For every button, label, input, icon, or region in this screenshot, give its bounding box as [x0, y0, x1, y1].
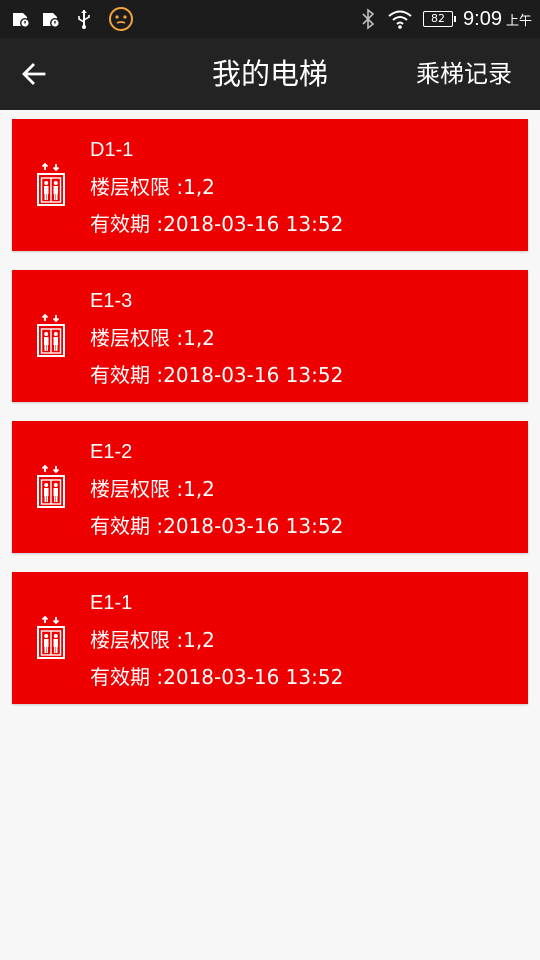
back-button[interactable] [14, 54, 54, 94]
usb-icon [78, 10, 90, 29]
floor-permission: 楼层权限 :1,2 [90, 326, 215, 350]
floor-permission: 楼层权限 :1,2 [90, 477, 215, 501]
floor-permission: 楼层权限 :1,2 [90, 628, 215, 652]
elevator-card[interactable]: D1-1 楼层权限 :1,2 有效期 :2018-03-16 13:52 [12, 119, 528, 251]
storage-card-icon [43, 13, 60, 28]
ride-records-button[interactable]: 乘梯记录 [416, 38, 512, 110]
bluetooth-icon [362, 8, 375, 30]
floor-permission: 楼层权限 :1,2 [90, 175, 215, 199]
card-details: D1-1 楼层权限 :1,2 有效期 :2018-03-16 13:52 [90, 136, 343, 247]
battery-icon: 82 [423, 11, 457, 27]
card-details: E1-2 楼层权限 :1,2 有效期 :2018-03-16 13:52 [90, 438, 343, 549]
elevator-icon [37, 616, 65, 659]
validity-period: 有效期 :2018-03-16 13:52 [90, 665, 344, 689]
validity-period: 有效期 :2018-03-16 13:52 [90, 363, 344, 387]
validity-period: 有效期 :2018-03-16 13:52 [90, 212, 344, 236]
elevator-name: D1-1 [90, 139, 134, 161]
elevator-icon [37, 163, 65, 206]
card-details: E1-3 楼层权限 :1,2 有效期 :2018-03-16 13:52 [90, 287, 343, 398]
clock: 9:09 [463, 7, 502, 30]
status-right: 82 9:09 上午 [359, 0, 532, 38]
elevator-name: E1-1 [90, 592, 133, 614]
elevator-icon [37, 314, 65, 357]
face-icon [109, 7, 133, 31]
elevator-name: E1-3 [90, 290, 133, 312]
arrow-left-icon [22, 63, 46, 85]
elevator-name: E1-2 [90, 441, 133, 463]
storage-card-icon [13, 13, 30, 28]
elevator-icon [37, 465, 65, 508]
app-bar: 我的电梯 乘梯记录 [0, 38, 540, 110]
card-details: E1-1 楼层权限 :1,2 有效期 :2018-03-16 13:52 [90, 589, 343, 700]
validity-period: 有效期 :2018-03-16 13:52 [90, 514, 344, 538]
elevator-list: D1-1 楼层权限 :1,2 有效期 :2018-03-16 13:52 E1-… [12, 119, 528, 723]
clock-ampm: 上午 [505, 13, 532, 29]
status-bar: 82 9:09 上午 [0, 0, 540, 38]
wifi-icon [388, 10, 412, 29]
elevator-card[interactable]: E1-2 楼层权限 :1,2 有效期 :2018-03-16 13:52 [12, 421, 528, 553]
elevator-card[interactable]: E1-3 楼层权限 :1,2 有效期 :2018-03-16 13:52 [12, 270, 528, 402]
elevator-card[interactable]: E1-1 楼层权限 :1,2 有效期 :2018-03-16 13:52 [12, 572, 528, 704]
